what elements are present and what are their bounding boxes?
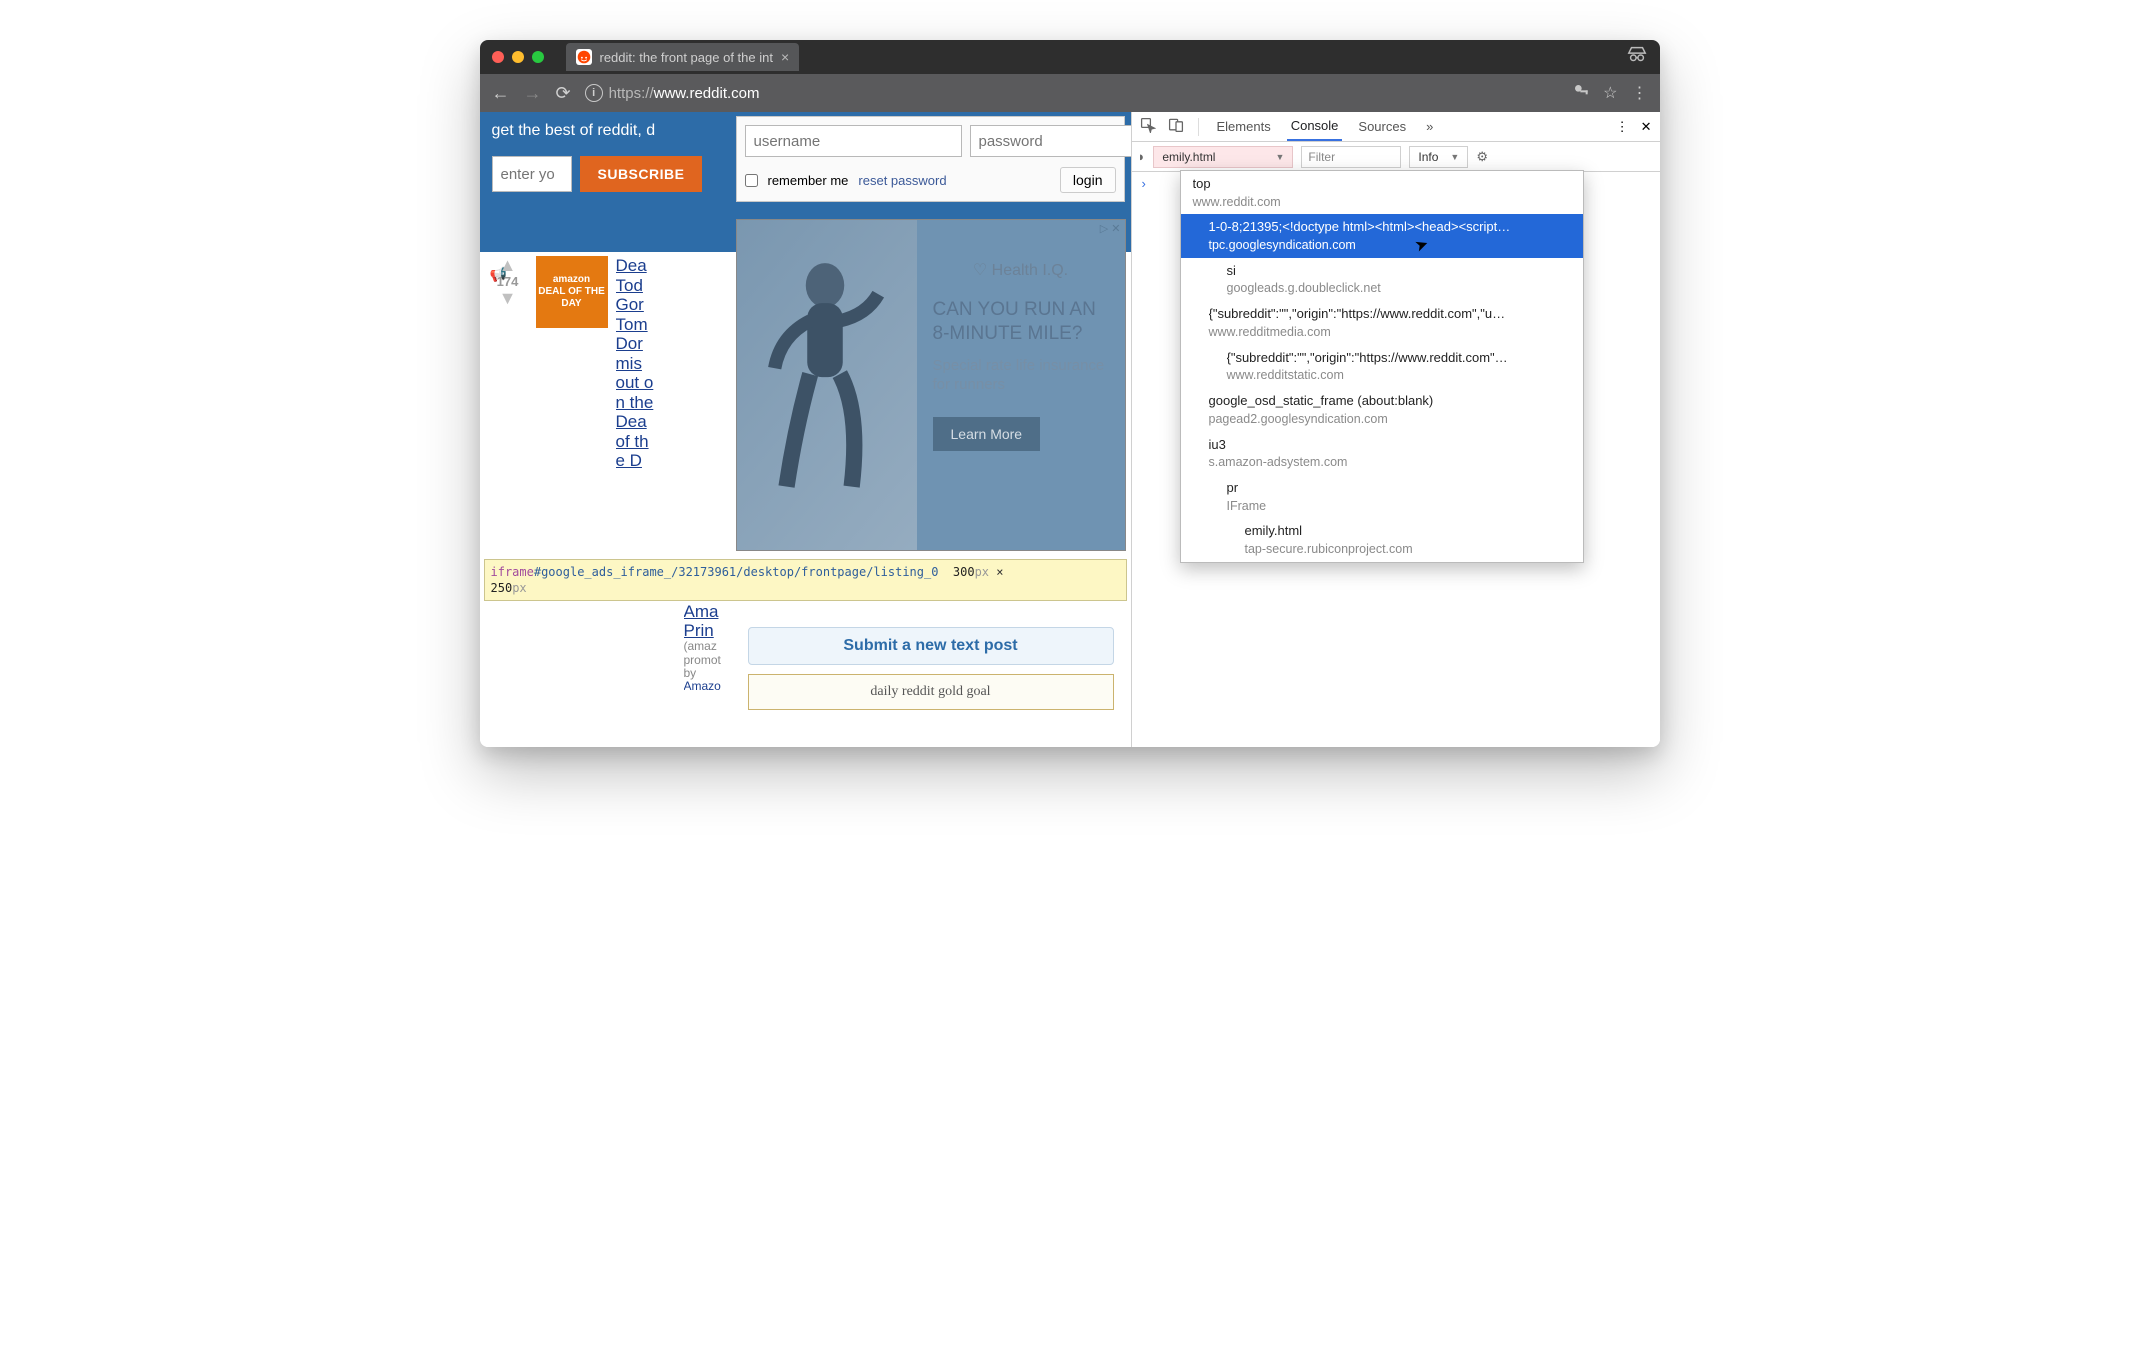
ad-headline: CAN YOU RUN AN 8-MINUTE MILE? bbox=[933, 298, 1109, 346]
context-item-top[interactable]: top www.reddit.com bbox=[1181, 171, 1583, 214]
tab-console[interactable]: Console bbox=[1287, 112, 1343, 141]
prime-link[interactable]: Ama Prin bbox=[684, 603, 719, 640]
vote-widget: ▲ 174 ▼ bbox=[488, 256, 528, 471]
devtools-panel: Elements Console Sources » ⋮ ✕ ◗ emily.h… bbox=[1132, 112, 1660, 747]
window-controls bbox=[492, 51, 544, 63]
remember-me-label: remember me bbox=[768, 173, 849, 188]
post-title-continuation: Ama Prin (amaz promot by Amazo bbox=[684, 603, 731, 693]
console-body: › top www.reddit.com 1-0-8;21395;<!docty… bbox=[1132, 172, 1660, 747]
listing-row: ▲ 174 ▼ amazon DEAL OF THE DAY Dea Tod G… bbox=[488, 256, 723, 471]
devtools-tabbar: Elements Console Sources » ⋮ ✕ bbox=[1132, 112, 1660, 142]
tab-title: reddit: the front page of the int bbox=[600, 50, 773, 65]
reset-password-link[interactable]: reset password bbox=[858, 173, 946, 188]
password-input[interactable] bbox=[970, 125, 1132, 157]
address-bar: ← → ⟳ i https://www.reddit.com ☆ ⋮ bbox=[480, 74, 1660, 112]
login-box: remember me reset password login bbox=[736, 116, 1125, 202]
url-text: https://www.reddit.com bbox=[609, 85, 760, 102]
devtools-close-icon[interactable]: ✕ bbox=[1641, 119, 1652, 135]
ad-image bbox=[737, 220, 917, 550]
zoom-window-button[interactable] bbox=[532, 51, 544, 63]
devtools-menu-icon[interactable]: ⋮ bbox=[1616, 119, 1629, 135]
device-toggle-icon[interactable] bbox=[1168, 117, 1184, 136]
tab-sources[interactable]: Sources bbox=[1354, 113, 1410, 140]
log-level-select[interactable]: Info ▼ bbox=[1409, 146, 1468, 168]
downvote-icon[interactable]: ▼ bbox=[488, 289, 528, 307]
filter-input[interactable]: Filter bbox=[1301, 146, 1401, 168]
context-item-selected[interactable]: 1-0-8;21395;<!doctype html><html><head><… bbox=[1181, 214, 1583, 257]
context-item[interactable]: iu3 s.amazon-adsystem.com bbox=[1181, 432, 1583, 475]
console-prompt-icon: › bbox=[1138, 176, 1146, 191]
incognito-icon bbox=[1626, 44, 1648, 71]
back-button[interactable]: ← bbox=[492, 83, 510, 104]
reload-button[interactable]: ⟳ bbox=[556, 83, 571, 104]
ad-copy: ♡ Health I.Q. CAN YOU RUN AN 8-MINUTE MI… bbox=[917, 220, 1125, 550]
subscribe-button[interactable]: SUBSCRIBE bbox=[580, 156, 703, 192]
password-key-icon[interactable] bbox=[1573, 83, 1589, 104]
ad-subtext: Special rate life insurance for runners bbox=[933, 356, 1109, 395]
remember-me-checkbox[interactable] bbox=[745, 174, 758, 187]
ad-iframe-highlight: ▷ ✕ ♡ Health I.Q. CAN YOU RUN AN 8-MINUT… bbox=[736, 219, 1126, 551]
adchoices-icon[interactable]: ▷ ✕ bbox=[1100, 222, 1121, 235]
context-item[interactable]: google_osd_static_frame (about:blank) pa… bbox=[1181, 388, 1583, 431]
bookmark-star-icon[interactable]: ☆ bbox=[1603, 83, 1617, 103]
menu-icon[interactable]: ⋮ bbox=[1632, 83, 1648, 103]
minimize-window-button[interactable] bbox=[512, 51, 524, 63]
chevron-down-icon: ▼ bbox=[1275, 152, 1284, 162]
post-thumbnail[interactable]: amazon DEAL OF THE DAY bbox=[536, 256, 608, 328]
post-meta: (amaz promot by Amazo bbox=[684, 640, 731, 693]
upvote-icon[interactable]: ▲ bbox=[488, 256, 528, 274]
webpage-viewport: get the best of reddit, d SUBSCRIBE reme… bbox=[480, 112, 1132, 747]
close-window-button[interactable] bbox=[492, 51, 504, 63]
site-info-icon[interactable]: i bbox=[585, 84, 603, 102]
username-input[interactable] bbox=[745, 125, 962, 157]
gold-goal-box: daily reddit gold goal bbox=[748, 674, 1114, 710]
context-dropdown: top www.reddit.com 1-0-8;21395;<!doctype… bbox=[1180, 170, 1584, 563]
console-sidebar-icon[interactable]: ◗ bbox=[1138, 149, 1146, 164]
browser-tab[interactable]: reddit: the front page of the int × bbox=[566, 43, 800, 71]
post-title-link[interactable]: Dea Tod Gor Tom Dor mis out on the Dea o… bbox=[616, 256, 654, 471]
context-item[interactable]: emily.html tap-secure.rubiconproject.com bbox=[1181, 518, 1583, 561]
close-tab-icon[interactable]: × bbox=[781, 49, 789, 65]
console-toolbar: ◗ emily.html ▼ Filter Info ▼ ⚙ bbox=[1132, 142, 1660, 172]
chevron-down-icon: ▼ bbox=[1450, 152, 1459, 162]
context-item[interactable]: {"subreddit":"","origin":"https://www.re… bbox=[1181, 301, 1583, 344]
console-settings-icon[interactable]: ⚙ bbox=[1476, 149, 1488, 165]
url-field[interactable]: i https://www.reddit.com bbox=[585, 84, 1560, 102]
element-tooltip: iframe#google_ads_iframe_/32173961/deskt… bbox=[484, 559, 1127, 601]
browser-window: reddit: the front page of the int × ← → … bbox=[480, 40, 1660, 747]
submit-text-post-button[interactable]: Submit a new text post bbox=[748, 627, 1114, 665]
post-score: 174 bbox=[488, 274, 528, 289]
ad-cta-button[interactable]: Learn More bbox=[933, 417, 1041, 451]
tab-elements[interactable]: Elements bbox=[1213, 113, 1275, 140]
email-input[interactable] bbox=[492, 156, 572, 192]
content-area: get the best of reddit, d SUBSCRIBE reme… bbox=[480, 112, 1660, 747]
tabs-overflow-icon[interactable]: » bbox=[1426, 119, 1433, 134]
inspect-icon[interactable] bbox=[1140, 117, 1156, 136]
context-item[interactable]: pr IFrame bbox=[1181, 475, 1583, 518]
ad-brand: ♡ Health I.Q. bbox=[933, 260, 1109, 280]
login-button[interactable]: login bbox=[1060, 167, 1116, 193]
context-selector[interactable]: emily.html ▼ bbox=[1153, 146, 1293, 168]
forward-button[interactable]: → bbox=[524, 83, 542, 104]
titlebar: reddit: the front page of the int × bbox=[480, 40, 1660, 74]
reddit-favicon bbox=[576, 49, 592, 65]
context-item[interactable]: si googleads.g.doubleclick.net bbox=[1181, 258, 1583, 301]
context-item[interactable]: {"subreddit":"","origin":"https://www.re… bbox=[1181, 345, 1583, 388]
